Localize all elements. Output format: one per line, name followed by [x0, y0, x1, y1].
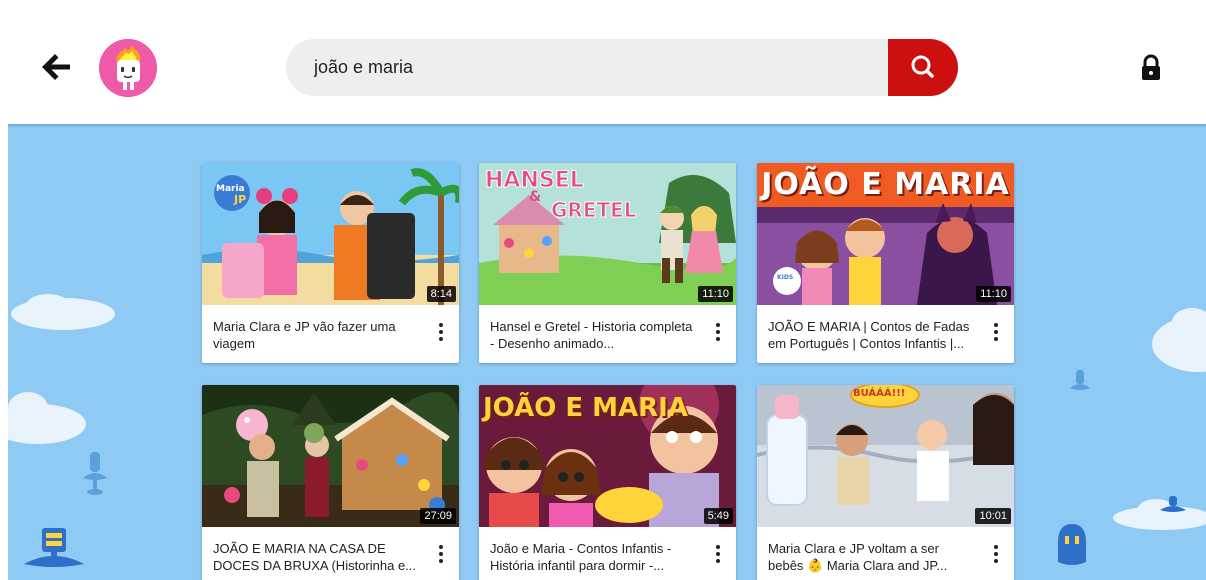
more-options-icon[interactable] [714, 323, 722, 343]
robot-decoration [83, 452, 107, 495]
thumbnail-caption: JOÃO E MARIA [761, 167, 1010, 202]
fire-character-icon [99, 39, 157, 97]
video-grid-area: Maria JP 8:14 Maria Clara e JP vão fazer… [8, 124, 1206, 580]
more-options-icon[interactable] [714, 545, 722, 565]
video-duration: 8:14 [426, 286, 456, 302]
search-button[interactable] [888, 39, 958, 96]
profile-avatar[interactable] [99, 39, 157, 97]
video-title[interactable]: Maria Clara e JP vão fazer uma viagem [213, 318, 423, 352]
lock-icon[interactable] [1140, 54, 1162, 82]
more-options-icon[interactable] [437, 545, 445, 565]
video-duration: 10:01 [975, 508, 1011, 524]
robot-decoration [1070, 370, 1090, 390]
video-title[interactable]: João e Maria - Contos Infantis - Históri… [490, 540, 700, 574]
video-thumbnail[interactable]: KIDS JOÃO E MARIA 11:10 [757, 163, 1014, 305]
more-options-icon[interactable] [992, 323, 1000, 343]
video-title[interactable]: Hansel e Gretel - Historia completa - De… [490, 318, 700, 352]
video-card[interactable]: HANSEL & GRETEL 11:10 Hansel e Gretel - … [479, 163, 736, 363]
cloud-decoration [1113, 499, 1206, 530]
cloud-decoration [1152, 308, 1206, 372]
video-title[interactable]: JOÃO E MARIA | Contos de Fadas em Portug… [768, 318, 978, 352]
video-title[interactable]: JOÃO E MARIA NA CASA DE DOCES DA BRUXA (… [213, 540, 423, 574]
search-icon [911, 55, 934, 78]
video-card[interactable]: BUÁÁÁ!!! 10:01 Maria Clara e JP voltam a… [757, 385, 1014, 580]
thumbnail-caption: BUÁÁÁ!!! [853, 388, 906, 399]
arrow-left-icon[interactable] [40, 50, 74, 84]
more-options-icon[interactable] [992, 545, 1000, 565]
svg-text:&: & [529, 189, 541, 205]
robot-decoration [1058, 524, 1086, 565]
cloud-decoration [8, 392, 86, 444]
video-thumbnail[interactable]: JOÃO E MARIA 5:49 [479, 385, 736, 527]
svg-text:GRETEL: GRETEL [551, 198, 637, 222]
robot-decoration [1160, 496, 1186, 512]
search-input[interactable] [314, 39, 874, 96]
video-card[interactable]: 27:09 JOÃO E MARIA NA CASA DE DOCES DA B… [202, 385, 459, 580]
search-box [286, 39, 958, 96]
video-duration: 27:09 [420, 508, 456, 524]
video-thumbnail[interactable]: HANSEL & GRETEL 11:10 [479, 163, 736, 305]
thumbnail-caption: JOÃO E MARIA [483, 393, 688, 423]
video-card[interactable]: JOÃO E MARIA 5:49 João e Maria - Contos … [479, 385, 736, 580]
robot-decoration [24, 528, 84, 567]
top-bar [0, 0, 1206, 124]
video-duration: 5:49 [703, 508, 733, 524]
svg-text:JP: JP [233, 193, 246, 206]
svg-text:KIDS: KIDS [777, 274, 793, 281]
more-options-icon[interactable] [437, 323, 445, 343]
video-duration: 11:10 [698, 286, 733, 302]
video-card[interactable]: Maria JP 8:14 Maria Clara e JP vão fazer… [202, 163, 459, 363]
cloud-decoration [11, 294, 115, 330]
video-thumbnail[interactable]: 27:09 [202, 385, 459, 527]
video-thumbnail[interactable]: Maria JP 8:14 [202, 163, 459, 305]
video-duration: 11:10 [976, 286, 1011, 302]
video-thumbnail[interactable]: BUÁÁÁ!!! 10:01 [757, 385, 1014, 527]
video-card[interactable]: KIDS JOÃO E MARIA 11:10 JOÃO E MARIA | C… [757, 163, 1014, 363]
video-title[interactable]: Maria Clara e JP voltam a ser bebês 👶 Ma… [768, 540, 978, 574]
